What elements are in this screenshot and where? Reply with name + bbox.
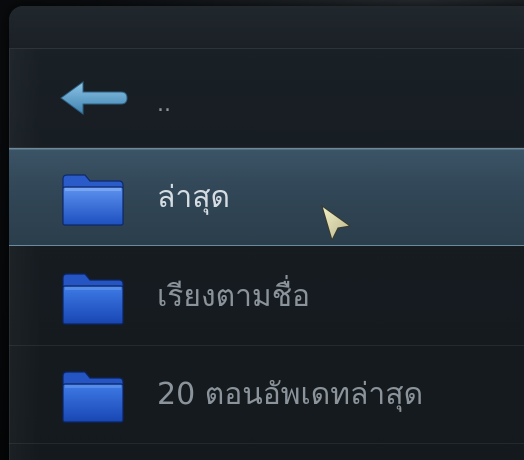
media-browser-window: .. ล่าสุด เรียงตามชื่อ 20 ตอนอัพเดทล่าสุ… xyxy=(0,0,524,460)
list-item-label: เรียงตามชื่อ xyxy=(157,279,311,314)
list-item-sort-by-name[interactable]: เรียงตามชื่อ xyxy=(9,248,524,346)
list-item-parent-directory[interactable]: .. xyxy=(9,50,524,148)
file-list-panel: .. ล่าสุด เรียงตามชื่อ 20 ตอนอัพเดทล่าสุ… xyxy=(9,6,524,460)
back-arrow-icon xyxy=(59,78,129,118)
list-item-latest-20-episodes[interactable]: 20 ตอนอัพเดทล่าสุด xyxy=(9,346,524,444)
list-item-label: ล่าสุด xyxy=(157,180,231,215)
folder-icon xyxy=(61,272,125,326)
mouse-pointer-icon xyxy=(318,204,354,244)
list-item-label: .. xyxy=(157,92,171,117)
folder-icon xyxy=(61,173,125,227)
list-item-label: 20 ตอนอัพเดทล่าสุด xyxy=(157,377,424,412)
list-item-latest[interactable]: ล่าสุด xyxy=(9,148,524,246)
folder-icon xyxy=(61,370,125,424)
panel-header-strip xyxy=(9,6,524,49)
